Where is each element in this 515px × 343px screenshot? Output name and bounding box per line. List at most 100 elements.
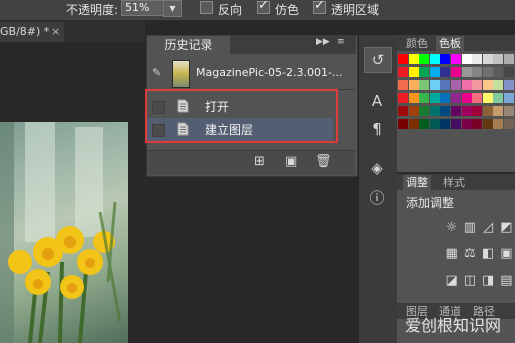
swatch[interactable] [493,93,504,103]
swatch[interactable] [472,106,483,116]
tab-adjustments[interactable]: 调整 [403,175,431,190]
swatch[interactable] [408,119,419,129]
reverse-checkbox[interactable] [200,1,213,14]
swatch[interactable] [429,54,440,64]
curves-icon[interactable]: ◿ [481,220,496,236]
swatch[interactable] [461,67,472,77]
swatch[interactable] [398,93,408,103]
swatch[interactable] [451,93,461,103]
swatch[interactable] [461,54,472,64]
swatch[interactable] [429,119,440,129]
swatch[interactable] [461,80,472,90]
swatch[interactable] [482,106,493,116]
trash-icon[interactable]: 🗑 [315,154,332,169]
swatch[interactable] [440,93,451,103]
black-white-icon[interactable]: ▣ [499,246,514,262]
swatch[interactable] [504,106,514,116]
swatch[interactable] [472,93,483,103]
swatch[interactable] [461,119,472,129]
swatch[interactable] [461,106,472,116]
swatch[interactable] [440,106,451,116]
swatch[interactable] [408,93,419,103]
swatch[interactable] [482,54,493,64]
opacity-input[interactable]: 51% [121,0,164,16]
color-balance-icon[interactable]: ◧ [481,246,496,262]
swatch[interactable] [451,80,461,90]
swatch[interactable] [429,80,440,90]
swatch[interactable] [440,80,451,90]
panel-menu-icon[interactable]: ≡ [337,37,345,47]
swatch[interactable] [451,67,461,77]
swatch[interactable] [504,67,514,77]
swatch[interactable] [504,54,514,64]
swatch[interactable] [419,67,430,77]
swatch[interactable] [451,119,461,129]
swatch[interactable] [398,54,408,64]
swatch[interactable] [482,67,493,77]
swatch[interactable] [472,54,483,64]
gradient-map-icon[interactable]: ▤ [499,273,514,289]
swatch[interactable] [408,54,419,64]
swatch[interactable] [482,80,493,90]
swatch[interactable] [482,119,493,129]
swatch[interactable] [504,93,514,103]
brightness-icon[interactable]: ☼ [444,220,459,236]
swatch[interactable] [493,54,504,64]
swatch[interactable] [451,106,461,116]
camera-icon[interactable]: ▣ [285,154,297,169]
swatch[interactable] [493,67,504,77]
swatch[interactable] [398,106,408,116]
tab-styles[interactable]: 样式 [440,175,468,190]
swatch[interactable] [472,119,483,129]
info-icon[interactable]: ⓘ [364,186,390,210]
swatch[interactable] [408,67,419,77]
swatch[interactable] [398,80,408,90]
history-brush-icon[interactable]: ✎ [152,66,161,79]
swatch[interactable] [408,80,419,90]
transparency-checkbox[interactable] [313,0,326,14]
vibrance-icon[interactable]: ▦ [444,246,459,262]
swatch[interactable] [440,54,451,64]
swatch[interactable] [419,119,430,129]
tab-swatches[interactable]: 色板 [436,36,464,51]
swatch[interactable] [493,119,504,129]
collapse-panel-icon[interactable]: ▶▶ [316,37,330,47]
swatch[interactable] [440,67,451,77]
swatch[interactable] [429,67,440,77]
close-icon[interactable]: × [51,22,60,42]
swatch[interactable] [451,54,461,64]
paragraph-panel-icon[interactable]: ¶ [364,117,390,141]
history-panel-icon[interactable]: ↺ [364,47,392,73]
swatch[interactable] [504,119,514,129]
tab-color[interactable]: 颜色 [403,36,431,51]
swatch[interactable] [419,93,430,103]
invert-icon[interactable]: ◪ [444,273,459,289]
swatch[interactable] [398,119,408,129]
swatch[interactable] [504,80,514,90]
hue-saturation-icon[interactable]: ⚖ [462,246,477,262]
levels-icon[interactable]: ▥ [462,220,477,236]
swatch[interactable] [482,93,493,103]
opacity-dropdown-icon[interactable]: ▼ [163,0,182,17]
swatch[interactable] [429,106,440,116]
swatch[interactable] [398,67,408,77]
swatch[interactable] [419,54,430,64]
tab-history[interactable]: 历史记录 [147,36,230,54]
swatch[interactable] [408,106,419,116]
swatch[interactable] [419,106,430,116]
swatch[interactable] [461,93,472,103]
posterize-icon[interactable]: ◫ [462,273,477,289]
swatch[interactable] [419,80,430,90]
exposure-icon[interactable]: ◩ [499,220,514,236]
swatch[interactable] [493,106,504,116]
swatch[interactable] [429,93,440,103]
new-document-from-state-icon[interactable]: ⊞ [254,154,265,169]
swatch[interactable] [472,80,483,90]
swatch[interactable] [493,80,504,90]
dither-checkbox[interactable] [257,0,270,14]
swatch[interactable] [440,119,451,129]
character-panel-icon[interactable]: A [364,89,390,113]
threshold-icon[interactable]: ◨ [481,273,496,289]
swatch[interactable] [472,67,483,77]
3d-panel-icon[interactable]: ◈ [364,156,390,180]
